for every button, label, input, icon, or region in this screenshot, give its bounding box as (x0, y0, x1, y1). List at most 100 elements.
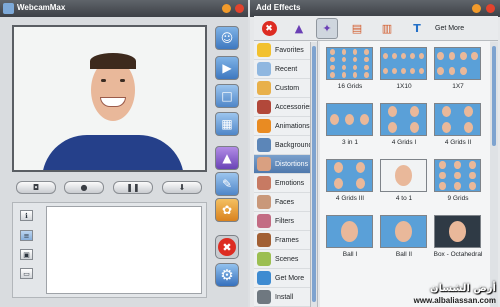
effects-title: Add Effects (256, 3, 301, 12)
effect-label: 4 Grids I (391, 139, 417, 146)
effect-thumbnail (434, 159, 481, 192)
category-item-favorites[interactable]: Favorites (254, 41, 316, 60)
effects-minimize-icon[interactable] (472, 4, 481, 13)
effect-thumbnail (380, 103, 427, 136)
add-text-button[interactable]: T (406, 18, 428, 39)
category-item-faces[interactable]: Faces (254, 193, 316, 212)
video-side-button[interactable]: ▶ (215, 56, 239, 80)
effect-item-ball-ii[interactable]: Ball II (378, 211, 430, 261)
add-image-button[interactable]: ▤ (346, 18, 368, 39)
effect-label: 1X7 (452, 83, 464, 90)
butterfly-icon (257, 119, 271, 133)
effect-item-3-in-1[interactable]: 3 in 1 (324, 99, 376, 149)
portrait-icon: ☺ (220, 31, 234, 45)
effect-thumbnail (380, 47, 427, 80)
effect-label: 16 Grids (337, 83, 363, 90)
download-button[interactable]: ⬇ (162, 181, 202, 194)
effect-item-1x10[interactable]: 1X10 (378, 43, 430, 93)
effects-side-button[interactable]: ☺ (215, 26, 239, 50)
effect-item-4-to-1[interactable]: 4 to 1 (378, 155, 430, 205)
magic-side-button[interactable]: ▲ (215, 146, 239, 170)
face-icon (257, 157, 271, 171)
effect-label: 4 to 1 (395, 195, 413, 202)
effects-toolbar: ✖ ▲ ✦ ▤ ▥ T Get More (254, 16, 498, 41)
camera-icon: ◘ (32, 183, 40, 192)
category-item-emotions[interactable]: Emotions (254, 174, 316, 193)
effect-item-4-grids-ii[interactable]: 4 Grids II (432, 99, 484, 149)
butterfly-side-button[interactable]: ✿ (215, 198, 239, 222)
effect-label: Box - Octahedral (433, 251, 483, 258)
category-item-distortions[interactable]: Distortions (254, 155, 316, 174)
window-side-button[interactable]: □ (215, 84, 239, 108)
preview-person-hair (90, 53, 136, 69)
category-item-install[interactable]: Install (254, 288, 316, 307)
get-more-link[interactable]: Get More (435, 25, 464, 32)
add-file-button[interactable]: ▥ (376, 18, 398, 39)
category-scrollbar[interactable] (310, 42, 317, 307)
effect-item-9-grids[interactable]: 9 Grids (432, 155, 484, 205)
effect-thumbnail (380, 215, 427, 248)
effect-label: 9 Grids (447, 195, 469, 202)
category-item-filters[interactable]: Filters (254, 212, 316, 231)
category-item-custom[interactable]: Custom (254, 79, 316, 98)
effect-item-4-grids-iii[interactable]: 4 Grids III (324, 155, 376, 205)
globe-icon (257, 271, 271, 285)
category-item-frames[interactable]: Frames (254, 231, 316, 250)
category-label: Custom (275, 84, 300, 92)
settings-side-button[interactable]: ⚙ (215, 263, 239, 287)
effect-thumbnail (434, 47, 481, 80)
picture-in-picture-tab[interactable]: ▣ (20, 249, 33, 260)
webcam-preview (12, 25, 207, 172)
close-icon[interactable] (235, 4, 244, 13)
wizard-hat-icon: ▲ (222, 151, 232, 165)
screen-tab[interactable]: ▭ (20, 268, 33, 279)
wizard-effect-button[interactable]: ✦ (316, 18, 338, 39)
category-item-scenes[interactable]: Scenes (254, 250, 316, 269)
effect-item-ball-i[interactable]: Ball I (324, 211, 376, 261)
text-icon: T (413, 22, 421, 35)
category-item-backgrounds[interactable]: Backgrounds (254, 136, 316, 155)
effects-close-icon[interactable] (486, 4, 495, 13)
add-image-icon: ▤ (351, 22, 363, 35)
watermark: أرض الشسان www.albaliassan.com (398, 283, 500, 307)
effect-item-box-octahedral[interactable]: Box - Octahedral (432, 211, 484, 261)
clock-icon (257, 62, 271, 76)
category-item-get-more[interactable]: Get More (254, 269, 316, 288)
app-title: WebcamMax (17, 3, 66, 12)
main-title-bar[interactable]: WebcamMax (0, 0, 248, 17)
effect-label: Ball II (395, 251, 413, 258)
effect-thumbnail (434, 215, 481, 248)
clear-side-button[interactable]: ✖ (215, 235, 239, 259)
effects-title-bar: Add Effects (250, 0, 500, 17)
list-tab[interactable]: ≡ (20, 230, 33, 241)
category-label: Frames (275, 236, 299, 244)
category-item-recent[interactable]: Recent (254, 60, 316, 79)
remove-effect-button[interactable]: ✖ (258, 18, 280, 39)
folder-icon (257, 81, 271, 95)
category-item-accessories[interactable]: Accessories (254, 98, 316, 117)
star-icon (257, 43, 271, 57)
image-icon: ▦ (221, 117, 233, 131)
category-label: Distortions (275, 160, 309, 168)
record-button[interactable]: ● (64, 181, 104, 194)
remove-icon: ✖ (261, 21, 277, 36)
record-icon: ● (80, 183, 88, 192)
effects-scrollbar[interactable] (490, 42, 498, 307)
effect-item-1x7[interactable]: 1X7 (432, 43, 484, 93)
effect-thumbnail (380, 159, 427, 192)
category-label: Emotions (275, 179, 305, 187)
effect-item-4-grids-i[interactable]: 4 Grids I (378, 99, 430, 149)
pause-button[interactable]: ❚❚ (113, 181, 153, 194)
snapshot-button[interactable]: ◘ (16, 181, 56, 194)
draw-side-button[interactable]: ✎ (215, 172, 239, 196)
magic-effect-button[interactable]: ▲ (288, 18, 310, 39)
image-side-button[interactable]: ▦ (215, 112, 239, 136)
info-tab[interactable]: ℹ (20, 210, 33, 221)
effect-label: Ball I (342, 251, 358, 258)
category-item-animations[interactable]: Animations (254, 117, 316, 136)
webcammax-window: WebcamMax ◘ ● ❚❚ ⬇ ℹ ≡ ▣ ▭ ☺ ▶ □ ▦ ▲ ✎ ✿… (0, 0, 500, 307)
hat-icon (257, 100, 271, 114)
effect-item-16-grids[interactable]: 16 Grids (324, 43, 376, 93)
effects-grid: 16 Grids 1X10 1X7 3 in 1 4 Grids I 4 Grids II… (320, 41, 490, 307)
minimize-icon[interactable] (222, 4, 231, 13)
